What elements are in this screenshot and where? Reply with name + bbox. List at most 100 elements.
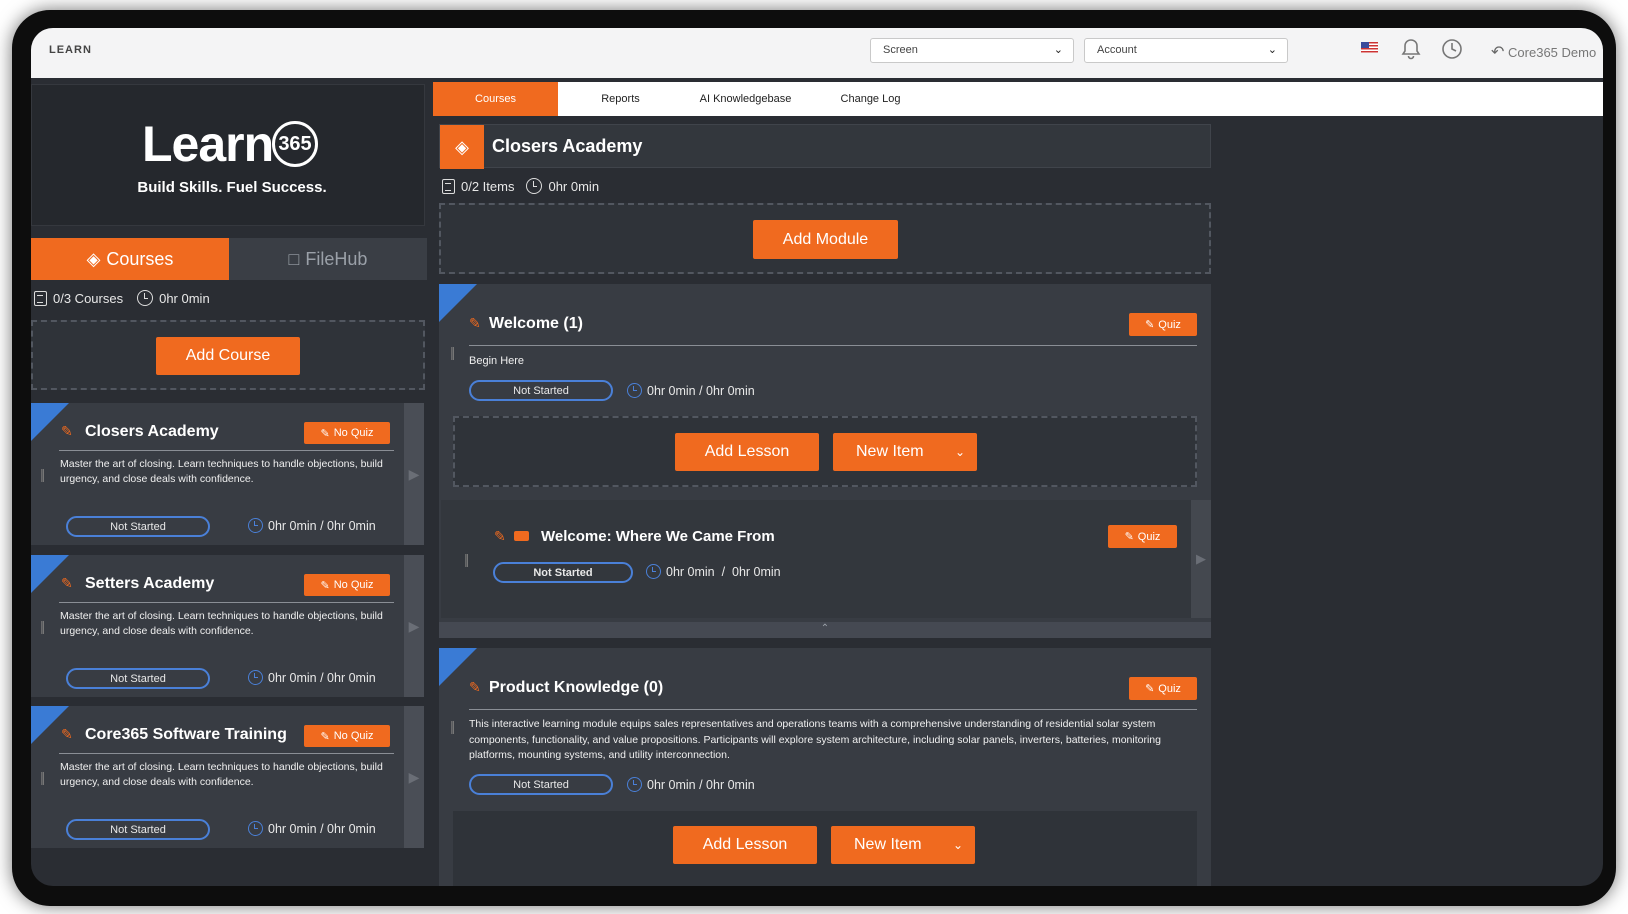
status-badge: Not Started <box>66 819 210 840</box>
quiz-button[interactable]: ✎ Quiz <box>1129 313 1197 336</box>
tab-filehub-label: FileHub <box>305 248 368 269</box>
collapse-chevron-up-icon[interactable]: ⌃ <box>439 622 1211 638</box>
status-badge: Not Started <box>66 516 210 537</box>
new-item-button[interactable]: New Item ⌄ <box>831 826 975 864</box>
drag-handle-icon[interactable]: || <box>464 551 469 567</box>
tab-courses[interactable]: ◈ Courses <box>31 238 229 280</box>
clock-icon <box>137 290 154 306</box>
drag-handle-icon[interactable]: || <box>450 718 455 734</box>
folder-icon: □ <box>288 248 300 269</box>
divider <box>59 450 394 451</box>
pencil-icon[interactable]: ✎ <box>61 423 73 440</box>
history-icon[interactable] <box>1441 38 1463 66</box>
drag-handle-icon[interactable]: || <box>40 618 45 634</box>
sidebar-tabs: ◈ Courses □ FileHub <box>31 238 427 280</box>
status-badge: Not Started <box>469 774 613 795</box>
pencil-icon[interactable]: ✎ <box>469 315 481 332</box>
course-title: Closers Academy <box>492 136 643 156</box>
top-bar: LEARN Screen ⌄ Account ⌄ ↶ Core365 Demo <box>31 28 1603 78</box>
logo-banner: Learn 365 Build Skills. Fuel Success. <box>31 84 425 226</box>
expand-arrow-icon[interactable]: ▶ <box>404 555 424 697</box>
pencil-icon[interactable]: ✎ <box>61 575 73 592</box>
quiz-label: No Quiz <box>333 730 374 742</box>
add-module-button[interactable]: Add Module <box>753 220 898 259</box>
course-description: Master the art of closing. Learn techniq… <box>60 610 383 637</box>
user-name: Core365 Demo <box>1508 45 1597 60</box>
list-icon <box>442 178 455 194</box>
chevron-down-icon: ⌄ <box>952 838 963 852</box>
module-description: Begin Here <box>469 355 525 367</box>
new-item-button[interactable]: New Item ⌄ <box>833 433 977 471</box>
no-quiz-button[interactable]: ✎ No Quiz <box>304 574 390 596</box>
quiz-label: Quiz <box>1158 318 1181 331</box>
chevron-down-icon: ⌄ <box>1267 44 1277 56</box>
drag-handle-icon[interactable]: || <box>450 344 455 360</box>
clock-icon <box>248 821 263 836</box>
quiz-button[interactable]: ✎ Quiz <box>1108 525 1177 548</box>
add-lesson-button[interactable]: Add Lesson <box>675 433 819 471</box>
expand-arrow-icon[interactable]: ▶ <box>1191 500 1211 618</box>
no-quiz-button[interactable]: ✎ No Quiz <box>304 725 390 747</box>
video-icon <box>514 531 529 541</box>
us-flag-icon[interactable] <box>1361 42 1378 53</box>
quiz-label: No Quiz <box>333 579 374 591</box>
pencil-icon: ✎ <box>320 730 330 743</box>
divider <box>469 345 1197 346</box>
palette-icon: ◈ <box>86 248 101 269</box>
bell-icon[interactable] <box>1401 38 1421 66</box>
quiz-label: Quiz <box>1137 530 1161 543</box>
tab-reports[interactable]: Reports <box>558 82 683 116</box>
drag-handle-icon[interactable]: || <box>40 769 45 785</box>
screen-select[interactable]: Screen ⌄ <box>870 38 1074 63</box>
divider <box>59 602 394 603</box>
course-card[interactable]: ✎ Closers Academy ✎ No Quiz || Master th… <box>31 403 425 545</box>
no-quiz-button[interactable]: ✎ No Quiz <box>304 422 390 444</box>
module-card: ✎ Product Knowledge (0) ✎ Quiz || This i… <box>439 648 1211 886</box>
courses-count: 0/3 Courses <box>53 290 124 306</box>
pencil-icon: ✎ <box>1145 319 1155 331</box>
clock-icon <box>526 178 543 194</box>
tab-filehub[interactable]: □ FileHub <box>229 238 427 280</box>
tab-ai-knowledgebase[interactable]: AI Knowledgebase <box>683 82 808 116</box>
clock-icon <box>627 383 642 398</box>
add-lesson-button[interactable]: Add Lesson <box>673 826 817 864</box>
add-lesson-dropzone: Add Lesson New Item ⌄ <box>453 416 1197 487</box>
back-arrow-icon: ↶ <box>1491 44 1505 61</box>
pencil-icon[interactable]: ✎ <box>61 726 73 743</box>
account-select[interactable]: Account ⌄ <box>1084 38 1288 63</box>
pencil-icon: ✎ <box>1124 531 1134 543</box>
lesson-card[interactable]: || ✎ Welcome: Where We Came From ✎ Quiz … <box>441 500 1211 618</box>
course-description: Master the art of closing. Learn techniq… <box>60 761 383 788</box>
items-stats: 0/2 Items 0hr 0min <box>442 178 599 194</box>
course-time: 0hr 0min / 0hr 0min <box>248 670 376 685</box>
clock-icon <box>646 564 661 579</box>
course-card[interactable]: ✎ Setters Academy ✎ No Quiz || Master th… <box>31 555 425 697</box>
course-title: Setters Academy <box>85 575 215 592</box>
add-course-button[interactable]: Add Course <box>156 337 300 375</box>
chevron-down-icon: ⌄ <box>1053 44 1063 56</box>
quiz-button[interactable]: ✎ Quiz <box>1129 677 1197 700</box>
course-card[interactable]: ✎ Core365 Software Training ✎ No Quiz ||… <box>31 706 425 848</box>
account-select-value: Account <box>1097 44 1137 56</box>
add-module-dropzone: Add Module <box>439 203 1211 274</box>
pencil-icon[interactable]: ✎ <box>469 679 481 696</box>
tab-change-log[interactable]: Change Log <box>808 82 933 116</box>
expand-arrow-icon[interactable]: ▶ <box>404 403 424 545</box>
expand-arrow-icon[interactable]: ▶ <box>404 706 424 848</box>
app-screen: LEARN Screen ⌄ Account ⌄ ↶ Core365 Demo … <box>31 28 1603 886</box>
new-item-label: New Item <box>856 443 924 460</box>
lesson-time-label: 0hr 0min / 0hr 0min <box>666 564 781 579</box>
course-time: 0hr 0min / 0hr 0min <box>248 518 376 533</box>
lesson-time: 0hr 0min / 0hr 0min <box>646 564 781 579</box>
courses-time: 0hr 0min <box>159 290 210 306</box>
course-description: Master the art of closing. Learn techniq… <box>60 458 383 485</box>
pencil-icon[interactable]: ✎ <box>494 528 506 545</box>
module-description: This interactive learning module equips … <box>469 718 1161 761</box>
drag-handle-icon[interactable]: || <box>40 466 45 482</box>
divider <box>59 753 394 754</box>
palette-icon: ◈ <box>440 125 484 169</box>
main-tabs: Courses Reports AI Knowledgebase Change … <box>433 82 1603 116</box>
tab-courses[interactable]: Courses <box>433 82 558 116</box>
module-time: 0hr 0min / 0hr 0min <box>627 777 755 792</box>
user-menu[interactable]: ↶ Core365 Demo <box>1491 42 1596 62</box>
